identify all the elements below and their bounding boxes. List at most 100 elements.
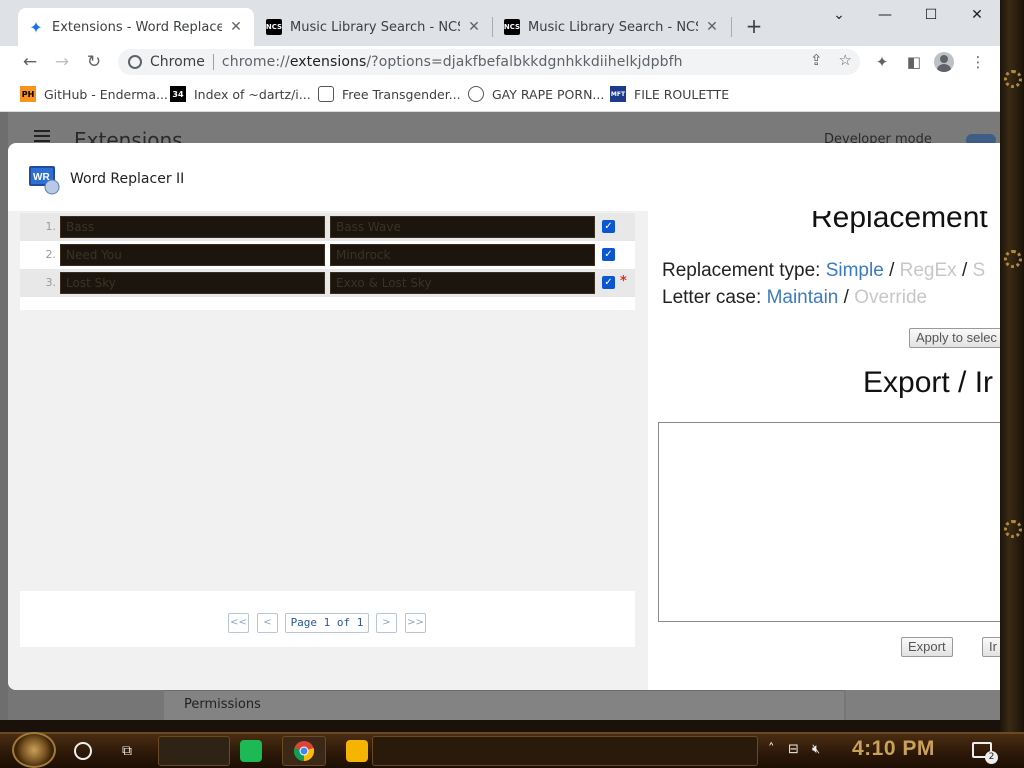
tray-chevron-icon[interactable]: ˄ <box>768 742 775 757</box>
row-number: 1. <box>45 220 57 233</box>
chrome-taskbar-button[interactable] <box>282 736 326 766</box>
notification-icon[interactable]: 2 <box>972 742 998 764</box>
profile-avatar[interactable] <box>932 50 956 74</box>
index-favicon-icon: 34 <box>170 86 186 102</box>
ncs-icon: NCS <box>266 19 282 35</box>
dialog-title: Word Replacer II <box>70 171 185 187</box>
tab-search-icon[interactable]: ⌄ <box>816 4 862 26</box>
volume-muted-icon[interactable]: 🔇︎ <box>812 742 820 757</box>
letter-case-row: Letter case: Maintain / Override <box>662 287 927 309</box>
back-icon[interactable]: ← <box>18 50 42 74</box>
close-window-icon[interactable]: ✕ <box>954 4 1000 26</box>
chrome-icon <box>293 741 315 762</box>
search-icon[interactable] <box>74 742 92 760</box>
file-explorer-icon[interactable] <box>346 740 368 762</box>
import-button[interactable]: Ir <box>982 637 1000 657</box>
tab-ncs-1[interactable]: NCS Music Library Search - NCS ✕ <box>256 8 492 46</box>
prev-page-button[interactable]: < <box>257 613 278 633</box>
reload-icon[interactable]: ↻ <box>82 50 106 74</box>
apply-to-selected-button[interactable]: Apply to selec <box>909 328 1000 348</box>
start-button[interactable] <box>12 732 56 768</box>
type-simple-option[interactable]: Simple <box>826 260 884 281</box>
bookmark-globe[interactable]: GAY RAPE PORN... <box>468 86 604 102</box>
rule-enabled-checkbox[interactable]: ✓ <box>602 276 615 289</box>
tab-separator <box>731 17 732 37</box>
find-field[interactable]: Need You <box>60 244 325 266</box>
network-icon[interactable]: ⊟ <box>788 742 799 757</box>
next-page-button[interactable]: > <box>376 613 397 633</box>
side-panel-icon[interactable]: ◧ <box>902 50 926 74</box>
replace-field[interactable]: Mindrock <box>330 244 595 266</box>
type-regex-option[interactable]: RegEx <box>900 260 957 281</box>
type-third-option[interactable]: S <box>973 260 986 281</box>
case-override-option[interactable]: Override <box>854 287 927 308</box>
find-field[interactable]: Bass <box>60 216 325 238</box>
ph-favicon-icon: PH <box>20 86 36 102</box>
menu-kebab-icon[interactable]: ⋮ <box>966 50 990 74</box>
hamburger-menu-icon[interactable] <box>34 130 50 142</box>
bookmark-index[interactable]: 34 Index of ~dartz/i... <box>170 86 311 102</box>
options-pane: Replacement Replacement type: Simple / R… <box>648 211 1000 690</box>
case-maintain-option[interactable]: Maintain <box>767 287 839 308</box>
export-import-heading: Export / Ir <box>863 366 994 399</box>
minimize-icon[interactable]: — <box>862 4 908 26</box>
rule-enabled-checkbox[interactable]: ✓ <box>602 220 615 233</box>
page-indicator: Page 1 of 1 <box>285 613 369 633</box>
bookmark-label: Index of ~dartz/i... <box>194 86 311 102</box>
tab-title: Music Library Search - NCS <box>528 19 698 35</box>
bookmark-github[interactable]: PH GitHub - Enderma... <box>20 86 168 102</box>
pagination-bar: << < Page 1 of 1 > >> <box>20 591 635 647</box>
svg-text:WR: WR <box>33 172 50 183</box>
bookmark-file-roulette[interactable]: MFT FILE ROULETTE <box>610 86 729 102</box>
last-page-button[interactable]: >> <box>405 613 426 633</box>
url-text: chrome://extensions/?options=djakfbefalb… <box>221 54 683 70</box>
bookmark-star-icon[interactable]: ☆ <box>839 51 852 69</box>
bookmark-label: Free Transgender... <box>342 86 461 102</box>
separator: / <box>889 260 895 281</box>
share-icon[interactable]: ⇪ <box>810 51 823 69</box>
tab-title: Music Library Search - NCS <box>290 19 460 35</box>
globe-icon <box>468 86 484 102</box>
clock[interactable]: 4:10 PM <box>852 737 935 761</box>
sheets-app-icon[interactable] <box>240 740 262 762</box>
close-icon[interactable]: ✕ <box>704 19 720 35</box>
task-view-icon[interactable]: ⧉ <box>122 743 140 759</box>
rule-enabled-checkbox[interactable]: ✓ <box>602 248 615 261</box>
tab-title: Extensions - Word Replacer II <box>52 19 222 35</box>
tab-ncs-2[interactable]: NCS Music Library Search - NCS ✕ <box>494 8 730 46</box>
taskbar-app-slot[interactable] <box>158 736 230 766</box>
row-number: 2. <box>45 248 57 261</box>
taskbar: ⧉ ˄ ⊟ 🔇︎ 4:10 PM 2 <box>0 732 1024 768</box>
address-bar[interactable]: Chrome chrome://extensions/?options=djak… <box>118 49 860 75</box>
close-icon[interactable]: ✕ <box>228 19 244 35</box>
find-field[interactable]: Lost Sky <box>60 272 325 294</box>
export-textarea[interactable] <box>658 422 1000 622</box>
replace-field[interactable]: Exxo & Lost Sky <box>330 272 595 294</box>
site-label: Chrome <box>150 54 205 70</box>
notification-count: 2 <box>985 751 998 764</box>
rules-list: 1. Bass Bass Wave ✓ 2. Need You Mindrock… <box>20 213 635 310</box>
mft-favicon-icon: MFT <box>610 86 626 102</box>
bookmark-free[interactable]: Free Transgender... <box>318 86 461 102</box>
first-page-button[interactable]: << <box>228 613 249 633</box>
ncs-icon: NCS <box>504 19 520 35</box>
taskbar-app-area <box>372 736 758 766</box>
word-replacer-logo: WR <box>29 166 60 195</box>
desktop-wallpaper-strip <box>1000 0 1024 732</box>
tab-extensions[interactable]: ✦ Extensions - Word Replacer II ✕ <box>18 8 254 46</box>
tab-separator <box>492 17 493 37</box>
dialog-header: WR Word Replacer II <box>8 143 1000 211</box>
permissions-row[interactable]: Permissions <box>164 690 844 720</box>
options-dialog: WR Word Replacer II 1. Bass Bass Wave ✓ … <box>8 143 1000 690</box>
forward-icon[interactable]: → <box>50 50 74 74</box>
new-tab-button[interactable]: + <box>742 15 766 39</box>
close-icon[interactable]: ✕ <box>466 19 482 35</box>
replace-field[interactable]: Bass Wave <box>330 216 595 238</box>
letter-case-label: Letter case: <box>662 287 762 308</box>
maximize-icon[interactable]: ☐ <box>908 4 954 26</box>
rule-row: 1. Bass Bass Wave ✓ <box>20 213 635 241</box>
extensions-puzzle-icon[interactable]: ✦ <box>870 50 894 74</box>
puzzle-icon: ✦ <box>29 17 43 37</box>
rule-row: 2. Need You Mindrock ✓ <box>20 241 635 269</box>
export-button[interactable]: Export <box>901 637 953 657</box>
